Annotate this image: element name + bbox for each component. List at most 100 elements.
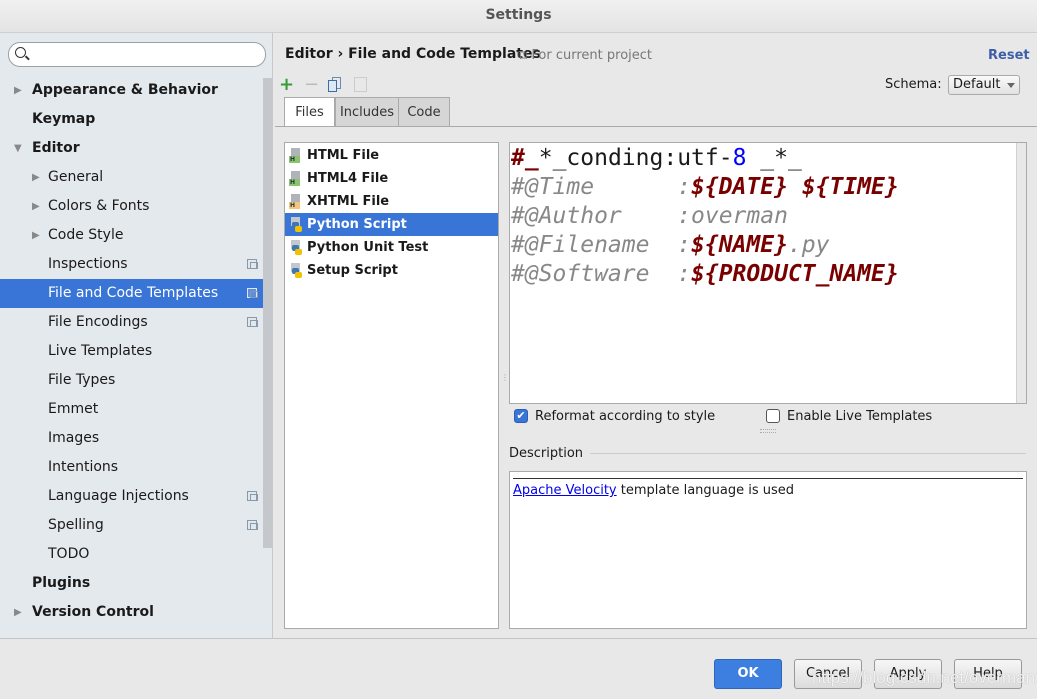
html-file-icon: H (289, 148, 302, 163)
sidebar-item[interactable]: Live Templates (0, 337, 263, 366)
code-line: #@Time :${DATE} ${TIME} (511, 173, 899, 202)
project-scope-icon (247, 288, 258, 298)
sidebar-item-label: Live Templates (48, 343, 153, 359)
settings-sidebar: ▶ Appearance & Behavior Keymap ▼ Editor ▶ Gene… (0, 33, 273, 638)
splitter-handle[interactable]: ⋮ (501, 374, 509, 382)
code-token: #@Software : (511, 261, 692, 287)
template-list-item[interactable]: Setup Script (285, 259, 498, 282)
apache-velocity-link[interactable]: Apache Velocity (513, 483, 617, 498)
sidebar-item[interactable]: Intentions (0, 453, 263, 482)
window-title: Settings (0, 0, 1037, 33)
sidebar-item-label: Spelling (48, 517, 104, 533)
sidebar-item-label: File and Code Templates (48, 285, 219, 301)
sidebar-item-label: Intentions (48, 459, 119, 475)
template-list-item[interactable]: H XHTML File (285, 190, 498, 213)
tab-code[interactable]: Code (398, 97, 450, 127)
chevron-right-icon[interactable]: ▶ (32, 192, 40, 221)
sidebar-scrollbar[interactable] (263, 78, 272, 548)
sidebar-item-label: Editor (32, 140, 80, 156)
sidebar-item-label: TODO (48, 546, 90, 562)
copy-icon[interactable] (328, 77, 342, 92)
project-scope-icon (247, 259, 258, 269)
template-name: HTML4 File (307, 171, 389, 186)
reformat-checkbox[interactable]: ✔ (514, 409, 528, 423)
sidebar-item-label: Language Injections (48, 488, 189, 504)
sidebar-item[interactable]: Inspections (0, 250, 263, 279)
python-file-icon (289, 217, 302, 232)
sidebar-item[interactable]: Spelling (0, 511, 263, 540)
sidebar-item[interactable]: File Types (0, 366, 263, 395)
sidebar-item[interactable]: TODO (0, 540, 263, 569)
reformat-label[interactable]: Reformat according to style (535, 409, 715, 424)
sidebar-item-label: Images (48, 430, 100, 446)
editor-scrollbar[interactable] (1016, 143, 1026, 403)
code-token: ${NAME} (691, 232, 788, 258)
sidebar-item[interactable]: Images (0, 424, 263, 453)
template-name: Python Script (307, 217, 407, 232)
splitter-handle[interactable] (760, 429, 776, 433)
watermark: https://blog.csdn.net/overman1 (812, 668, 1037, 687)
code-token: _*_ (746, 145, 802, 171)
code-line: #@Author :overman (511, 202, 788, 231)
reset-template-icon[interactable] (354, 77, 367, 92)
reset-link[interactable]: Reset (988, 48, 1030, 63)
chevron-down-icon[interactable]: ▼ (14, 134, 22, 163)
ok-button[interactable]: OK (714, 659, 782, 689)
code-token: .py (787, 232, 830, 258)
sidebar-item[interactable]: Keymap (0, 105, 263, 134)
description-text: Apache Velocity template language is use… (513, 483, 794, 498)
html-file-icon: H (289, 171, 302, 186)
schema-select[interactable]: Default (948, 75, 1020, 95)
python-file-icon (289, 263, 302, 278)
scope-label: ⧉ For current project (518, 48, 653, 63)
template-list-item[interactable]: Python Script (285, 213, 498, 236)
schema-value: Default (953, 77, 1001, 92)
template-name: Setup Script (307, 263, 398, 278)
chevron-down-icon (1007, 83, 1015, 92)
sidebar-item[interactable]: ▼ Editor (0, 134, 263, 163)
code-token: ${DATE} (691, 174, 788, 200)
tab-includes[interactable]: Includes (335, 97, 399, 127)
template-list-item[interactable]: H HTML4 File (285, 167, 498, 190)
sidebar-item[interactable]: ▶ Version Control (0, 598, 263, 627)
add-icon[interactable]: + (279, 76, 294, 94)
code-token: # (511, 145, 525, 171)
search-input[interactable] (8, 42, 266, 67)
sidebar-item-label: Keymap (32, 111, 96, 127)
sidebar-item-label: Code Style (48, 227, 124, 243)
sidebar-item[interactable]: ▶ Appearance & Behavior (0, 76, 263, 105)
sidebar-item[interactable]: Language Injections (0, 482, 263, 511)
sidebar-item[interactable]: File and Code Templates (0, 279, 263, 308)
live-templates-label[interactable]: Enable Live Templates (787, 409, 932, 424)
remove-icon[interactable]: − (304, 76, 319, 94)
chevron-right-icon[interactable]: ▶ (32, 221, 40, 250)
description-body: template language is used (616, 483, 795, 498)
code-line: #@Filename :${NAME}.py (511, 231, 830, 260)
description-rule (513, 478, 1023, 479)
sidebar-item[interactable]: File Encodings (0, 308, 263, 337)
scope-text: For current project (531, 48, 653, 63)
template-list-item[interactable]: Python Unit Test (285, 236, 498, 259)
code-token: *_conding:utf- (538, 145, 733, 171)
sidebar-item-label: Plugins (32, 575, 91, 591)
sidebar-item[interactable]: ▶ Colors & Fonts (0, 192, 263, 221)
live-templates-checkbox[interactable] (766, 409, 780, 423)
sidebar-item[interactable]: Plugins (0, 569, 263, 598)
search-icon (15, 47, 26, 58)
tab-divider (275, 126, 1037, 127)
chevron-right-icon[interactable]: ▶ (14, 598, 22, 627)
sidebar-item-label: Inspections (48, 256, 128, 272)
template-list-item[interactable]: H HTML File (285, 144, 498, 167)
chevron-right-icon[interactable]: ▶ (14, 76, 22, 105)
template-list: H HTML File H HTML4 File H XHTML File Python S… (284, 142, 499, 629)
tab-files[interactable]: Files (284, 97, 335, 127)
template-editor[interactable]: #_*_conding:utf-8 _*_ #@Time :${DATE} ${T… (509, 142, 1027, 404)
html-file-icon: H (289, 194, 302, 209)
sidebar-item[interactable]: Emmet (0, 395, 263, 424)
sidebar-item[interactable]: ▶ Code Style (0, 221, 263, 250)
sidebar-item-label: Colors & Fonts (48, 198, 150, 214)
chevron-right-icon[interactable]: ▶ (32, 163, 40, 192)
sidebar-item[interactable]: ▶ General (0, 163, 263, 192)
code-token: #@Author :overman (511, 203, 788, 229)
